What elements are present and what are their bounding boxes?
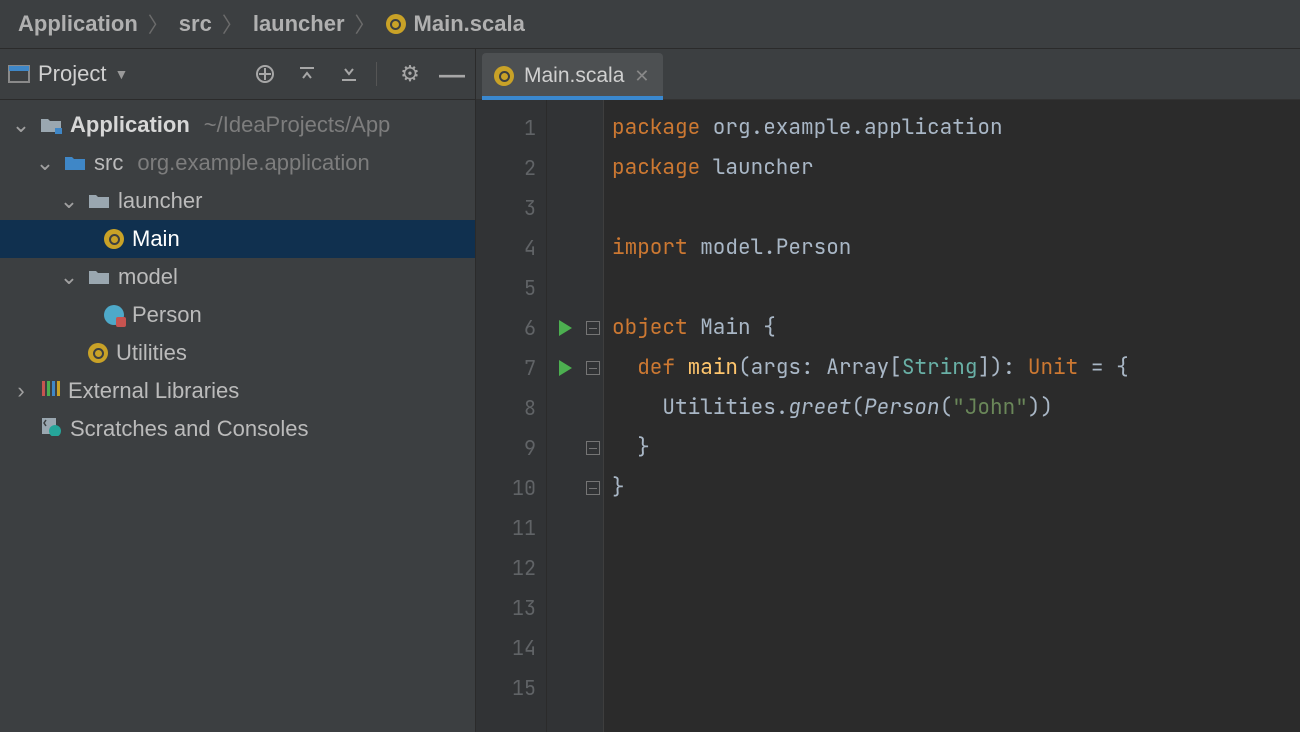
line-number[interactable]: 15	[476, 668, 536, 708]
line-number[interactable]: 5	[476, 268, 536, 308]
tree-label: Person	[132, 302, 202, 328]
tree-node-launcher[interactable]: ⌄ launcher	[0, 182, 475, 220]
package-icon	[88, 268, 110, 286]
chevron-right-icon: 〉	[222, 9, 243, 39]
expand-all-button[interactable]	[292, 59, 322, 89]
tree-label: Scratches and Consoles	[70, 416, 308, 442]
source-folder-icon	[64, 154, 86, 172]
editor-area: Main.scala ✕ 123456789101112131415 packa…	[476, 49, 1300, 732]
project-view-label: Project	[38, 61, 106, 87]
breadcrumb-item[interactable]: launcher	[253, 11, 345, 37]
chevron-down-icon: ⌄	[58, 264, 80, 290]
run-icon[interactable]	[559, 320, 572, 336]
project-view-selector[interactable]: Project ▼	[8, 61, 128, 87]
package-icon	[88, 192, 110, 210]
project-tree[interactable]: ⌄ Application ~/IdeaProjects/App ⌄ src o…	[0, 100, 475, 448]
project-tool-window: Project ▼ ⚙ — ⌄	[0, 49, 476, 732]
run-icon[interactable]	[559, 360, 572, 376]
line-number[interactable]: 4	[476, 228, 536, 268]
line-number[interactable]: 13	[476, 588, 536, 628]
editor-tab-main[interactable]: Main.scala ✕	[482, 53, 663, 99]
fold-handle-icon[interactable]	[586, 441, 600, 455]
line-number[interactable]: 14	[476, 628, 536, 668]
hide-panel-button[interactable]: —	[437, 59, 467, 89]
tree-path: ~/IdeaProjects/App	[204, 112, 391, 138]
chevron-down-icon: ⌄	[58, 188, 80, 214]
line-number[interactable]: 1	[476, 108, 536, 148]
line-number[interactable]: 10	[476, 468, 536, 508]
line-number-gutter[interactable]: 123456789101112131415	[476, 100, 547, 732]
tab-label: Main.scala	[524, 64, 624, 88]
tree-label: model	[118, 264, 178, 290]
line-number[interactable]: 7	[476, 348, 536, 388]
tree-node-person[interactable]: Person	[0, 296, 475, 334]
collapse-all-button[interactable]	[334, 59, 364, 89]
fold-gutter[interactable]	[583, 100, 604, 732]
code-editor[interactable]: package org.example.application package …	[604, 100, 1300, 732]
scala-file-icon	[494, 66, 514, 86]
chevron-down-icon: ⌄	[10, 112, 32, 138]
module-icon	[40, 116, 62, 134]
breadcrumb-item[interactable]: Application	[18, 11, 138, 37]
chevron-down-icon: ⌄	[34, 150, 56, 176]
line-number[interactable]: 3	[476, 188, 536, 228]
breadcrumb: Application 〉 src 〉 launcher 〉 Main.scal…	[0, 0, 1300, 49]
gear-icon: ⚙	[400, 61, 420, 87]
chevron-right-icon: ›	[10, 378, 32, 404]
line-number[interactable]: 6	[476, 308, 536, 348]
tree-node-scratches[interactable]: Scratches and Consoles	[0, 410, 475, 448]
breadcrumb-item[interactable]: Main.scala	[386, 11, 525, 37]
settings-button[interactable]: ⚙	[395, 59, 425, 89]
scala-object-icon	[88, 343, 108, 363]
tree-label: External Libraries	[68, 378, 239, 404]
tree-label: launcher	[118, 188, 202, 214]
breadcrumb-label: launcher	[253, 11, 345, 37]
tree-node-src[interactable]: ⌄ src org.example.application	[0, 144, 475, 182]
breadcrumb-label: src	[179, 11, 212, 37]
tree-node-utilities[interactable]: Utilities	[0, 334, 475, 372]
scala-object-icon	[104, 229, 124, 249]
fold-handle-icon[interactable]	[586, 361, 600, 375]
tree-label: src	[94, 150, 123, 176]
line-number[interactable]: 8	[476, 388, 536, 428]
chevron-right-icon: 〉	[148, 9, 169, 39]
project-panel-icon	[8, 65, 30, 83]
breadcrumb-item[interactable]: src	[179, 11, 212, 37]
tree-node-model[interactable]: ⌄ model	[0, 258, 475, 296]
editor-tab-bar: Main.scala ✕	[476, 49, 1300, 100]
libraries-icon	[40, 378, 60, 404]
select-opened-file-button[interactable]	[250, 59, 280, 89]
tree-label: Application	[70, 112, 190, 138]
breadcrumb-label: Main.scala	[414, 11, 525, 37]
scratches-icon	[40, 416, 62, 442]
tree-package: org.example.application	[137, 150, 369, 176]
tree-label: Utilities	[116, 340, 187, 366]
project-toolbar: Project ▼ ⚙ —	[0, 49, 475, 100]
chevron-right-icon: 〉	[355, 9, 376, 39]
chevron-down-icon: ▼	[114, 66, 128, 82]
breadcrumb-label: Application	[18, 11, 138, 37]
minimize-icon: —	[439, 59, 465, 90]
fold-handle-icon[interactable]	[586, 481, 600, 495]
fold-handle-icon[interactable]	[586, 321, 600, 335]
line-number[interactable]: 2	[476, 148, 536, 188]
line-number[interactable]: 11	[476, 508, 536, 548]
line-number[interactable]: 12	[476, 548, 536, 588]
scala-file-icon	[386, 14, 406, 34]
line-number[interactable]: 9	[476, 428, 536, 468]
tree-label: Main	[132, 226, 180, 252]
scala-class-icon	[104, 305, 124, 325]
tree-node-main[interactable]: Main	[0, 220, 475, 258]
run-gutter[interactable]	[547, 100, 583, 732]
tree-node-external-libraries[interactable]: › External Libraries	[0, 372, 475, 410]
tree-node-project-root[interactable]: ⌄ Application ~/IdeaProjects/App	[0, 106, 475, 144]
close-tab-icon[interactable]: ✕	[634, 66, 649, 87]
